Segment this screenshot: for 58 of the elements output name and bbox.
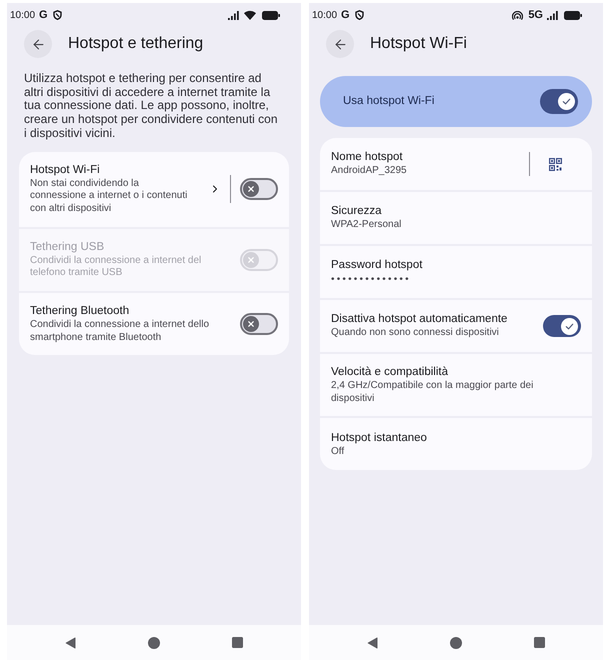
check-knob-icon: [558, 93, 575, 110]
qr-code-icon[interactable]: [549, 158, 562, 170]
settings-row[interactable]: Sicurezza WPA2-Personal: [320, 192, 592, 244]
back-button[interactable]: [326, 30, 354, 58]
row-subtitle: Quando non sono connessi dispositivi: [331, 327, 500, 340]
row-subtitle: Non stai condividendo la connessione a internet o i contenuti con altri dispositivi: [30, 178, 188, 216]
row-title: Hotspot istantaneo: [331, 430, 428, 445]
description-text: Utilizza hotspot e tethering per consentire ad altri dispositivi di accedere a internet tramite la tua connessione dati. Le app possono, inoltre, creare un hotspot per condividere contenuti con i dispositivi vicini.: [24, 72, 278, 141]
row-subtitle: Off: [331, 446, 346, 458]
app-letter: G: [39, 8, 48, 23]
signal-icon: [547, 10, 558, 20]
row-title: Tethering Bluetooth: [30, 304, 130, 318]
row-title: Disattiva hotspot automaticamente: [331, 312, 508, 326]
main-switch-bar[interactable]: Usa hotspot Wi-Fi: [320, 76, 592, 127]
settings-row[interactable]: Password hotspot ••••••••••••••: [320, 246, 592, 298]
switch-label: Usa hotspot Wi-Fi: [343, 94, 436, 109]
x-knob-icon: [243, 252, 259, 268]
row-title: Nome hotspot: [331, 150, 404, 164]
back-nav-icon[interactable]: [65, 636, 76, 648]
battery-icon: [262, 10, 280, 20]
home-nav-icon[interactable]: [148, 636, 160, 648]
settings-row[interactable]: Tethering Bluetooth Condividi la connessione a internet dello smartphone tramite Bluetooth: [19, 293, 289, 356]
row-subtitle: WPA2-Personal: [331, 219, 402, 232]
row-title: Tethering USB: [30, 240, 106, 254]
row-subtitle: Condividi la connessione a internet dello smartphone tramite Bluetooth: [30, 319, 210, 344]
network-label: 5G: [528, 8, 543, 23]
row-title: Hotspot Wi-Fi: [30, 162, 101, 177]
settings-row[interactable]: Nome hotspot AndroidAP_3295: [320, 138, 592, 190]
screen-title: Hotspot Wi-Fi: [370, 34, 467, 54]
toggle-switch[interactable]: [540, 89, 578, 114]
back-button[interactable]: [24, 30, 52, 58]
toggle-switch[interactable]: [240, 178, 278, 200]
settings-row[interactable]: Disattiva hotspot automaticamente Quando non sono connessi dispositivi: [320, 300, 592, 352]
status-time: 10:00: [312, 8, 338, 22]
row-subtitle: Condividi la connessione a internet del telefono tramite USB: [30, 254, 202, 280]
signal-icon: [228, 10, 239, 20]
app-letter: G: [341, 8, 350, 23]
toggle-switch[interactable]: [543, 315, 581, 337]
row-title: Sicurezza: [331, 204, 382, 218]
check-knob-icon: [561, 318, 578, 334]
shield-icon: [52, 10, 62, 20]
row-subtitle: 2,4 GHz/Compatibile con la maggior parte dei dispositivi: [331, 380, 534, 406]
x-knob-icon: [243, 316, 259, 332]
row-subtitle: ••••••••••••••: [331, 274, 412, 286]
settings-row[interactable]: Hotspot istantaneo Off: [320, 418, 592, 470]
row-subtitle: AndroidAP_3295: [331, 165, 408, 178]
shield-icon: [354, 10, 364, 20]
settings-row[interactable]: Velocità e compatibilità 2,4 GHz/Compatibile con la maggior parte dei dispositivi: [320, 354, 592, 416]
row-title: Password hotspot: [331, 258, 424, 272]
status-time: 10:00: [10, 8, 36, 22]
battery-icon: [564, 10, 582, 20]
x-knob-icon: [243, 181, 259, 198]
back-nav-icon[interactable]: [367, 636, 378, 648]
row-title: Velocità e compatibilità: [331, 365, 449, 379]
settings-row[interactable]: Hotspot Wi-Fi Non stai condividendo la connessione a internet o i contenuti con altri dispositivi: [19, 152, 289, 227]
home-nav-icon[interactable]: [450, 636, 462, 648]
toggle-switch[interactable]: [240, 313, 278, 336]
screen-title: Hotspot e tethering: [68, 34, 204, 54]
